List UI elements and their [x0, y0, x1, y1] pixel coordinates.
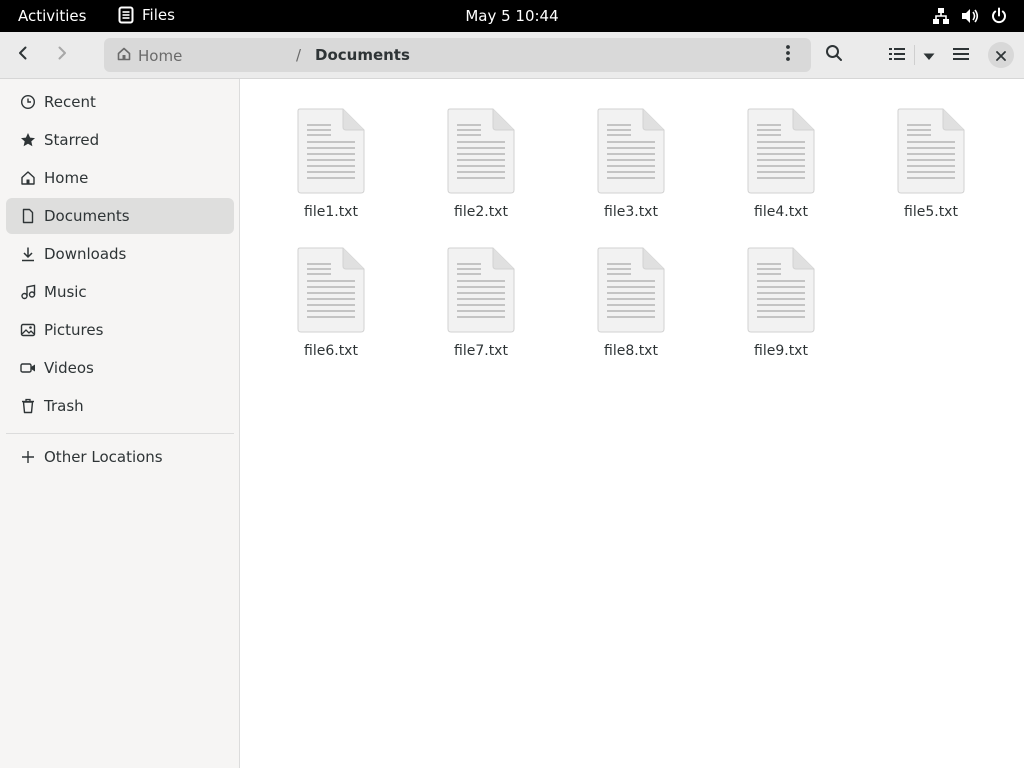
forward-button[interactable]: [47, 40, 77, 70]
text-file-icon: [447, 108, 515, 194]
file-name: file1.txt: [304, 204, 358, 220]
file-item[interactable]: file5.txt: [871, 108, 991, 238]
file-name: file5.txt: [904, 204, 958, 220]
search-button[interactable]: [819, 40, 849, 70]
files-app-icon: [118, 6, 134, 24]
star-icon: [20, 132, 36, 148]
sidebar-item-other-locations[interactable]: Other Locations: [6, 439, 234, 475]
sidebar-item-downloads[interactable]: Downloads: [6, 236, 234, 272]
view-divider: [914, 45, 915, 65]
home-icon: [20, 170, 36, 186]
main-menu-button[interactable]: [946, 40, 976, 70]
top-bar: Activities Files May 5 10:44: [0, 0, 1024, 32]
sidebar-item-label: Home: [44, 169, 89, 187]
sidebar-item-label: Pictures: [44, 321, 104, 339]
text-file-icon: [747, 108, 815, 194]
home-icon: [116, 46, 132, 66]
back-button[interactable]: [8, 40, 38, 70]
path-bar[interactable]: Home / Documents: [104, 38, 811, 72]
picture-icon: [20, 322, 36, 338]
app-name: Files: [142, 6, 175, 24]
sidebar-item-videos[interactable]: Videos: [6, 350, 234, 386]
power-icon[interactable]: [990, 7, 1008, 25]
sidebar: Recent Starred Home Documents Downloads …: [0, 79, 240, 768]
text-file-icon: [297, 247, 365, 333]
sidebar-divider: [6, 433, 234, 434]
file-name: file3.txt: [604, 204, 658, 220]
sidebar-item-trash[interactable]: Trash: [6, 388, 234, 424]
network-icon[interactable]: [932, 7, 950, 25]
music-icon: [20, 284, 36, 300]
search-icon: [825, 44, 843, 66]
sidebar-item-label: Other Locations: [44, 448, 163, 466]
text-file-icon: [297, 108, 365, 194]
file-name: file7.txt: [454, 343, 508, 359]
text-file-icon: [747, 247, 815, 333]
header-bar: Home / Documents: [0, 32, 1024, 79]
sidebar-item-label: Downloads: [44, 245, 127, 263]
sidebar-item-label: Starred: [44, 131, 100, 149]
plus-icon: [20, 449, 36, 465]
document-icon: [20, 208, 36, 224]
file-grid[interactable]: file1.txt file2.txt file3.txt file4.txt file…: [241, 79, 1024, 768]
close-button[interactable]: [988, 42, 1014, 68]
list-view-button[interactable]: [882, 40, 912, 70]
clock-icon: [20, 94, 36, 110]
system-tray[interactable]: [932, 7, 1008, 25]
sidebar-item-starred[interactable]: Starred: [6, 122, 234, 158]
file-name: file9.txt: [754, 343, 808, 359]
trash-icon: [20, 398, 36, 414]
file-item[interactable]: file7.txt: [421, 247, 541, 377]
sidebar-item-label: Videos: [44, 359, 94, 377]
sidebar-item-documents[interactable]: Documents: [6, 198, 234, 234]
path-menu-button[interactable]: [773, 40, 803, 70]
app-menu[interactable]: Files: [118, 6, 175, 24]
file-name: file4.txt: [754, 204, 808, 220]
clock[interactable]: May 5 10:44: [465, 7, 558, 25]
file-item[interactable]: file1.txt: [271, 108, 391, 238]
close-icon: [996, 46, 1006, 65]
breadcrumb-home[interactable]: Home: [116, 46, 182, 66]
breadcrumb-home-label: Home: [138, 47, 183, 65]
view-switcher: [882, 40, 941, 70]
file-name: file6.txt: [304, 343, 358, 359]
text-file-icon: [897, 108, 965, 194]
file-name: file2.txt: [454, 204, 508, 220]
vertical-dots-icon: [785, 44, 791, 66]
sidebar-item-label: Music: [44, 283, 87, 301]
sidebar-item-pictures[interactable]: Pictures: [6, 312, 234, 348]
chevron-left-icon: [15, 45, 31, 65]
sidebar-item-label: Trash: [44, 397, 84, 415]
activities-button[interactable]: Activities: [18, 7, 86, 25]
breadcrumb-separator: /: [296, 46, 302, 64]
sidebar-item-home[interactable]: Home: [6, 160, 234, 196]
text-file-icon: [597, 247, 665, 333]
file-item[interactable]: file8.txt: [571, 247, 691, 377]
volume-icon[interactable]: [960, 7, 980, 25]
sidebar-item-label: Recent: [44, 93, 96, 111]
list-view-icon: [889, 46, 905, 65]
file-item[interactable]: file4.txt: [721, 108, 841, 238]
file-name: file8.txt: [604, 343, 658, 359]
sidebar-item-music[interactable]: Music: [6, 274, 234, 310]
file-item[interactable]: file6.txt: [271, 247, 391, 377]
file-item[interactable]: file2.txt: [421, 108, 541, 238]
sidebar-item-recent[interactable]: Recent: [6, 84, 234, 120]
sidebar-item-label: Documents: [44, 207, 130, 225]
download-icon: [20, 246, 36, 262]
file-item[interactable]: file3.txt: [571, 108, 691, 238]
chevron-down-icon: [923, 46, 935, 65]
view-options-button[interactable]: [917, 40, 941, 70]
hamburger-icon: [953, 46, 969, 65]
chevron-right-icon: [54, 45, 70, 65]
text-file-icon: [597, 108, 665, 194]
text-file-icon: [447, 247, 515, 333]
video-icon: [20, 360, 36, 376]
file-item[interactable]: file9.txt: [721, 247, 841, 377]
breadcrumb-current[interactable]: Documents: [315, 46, 410, 64]
